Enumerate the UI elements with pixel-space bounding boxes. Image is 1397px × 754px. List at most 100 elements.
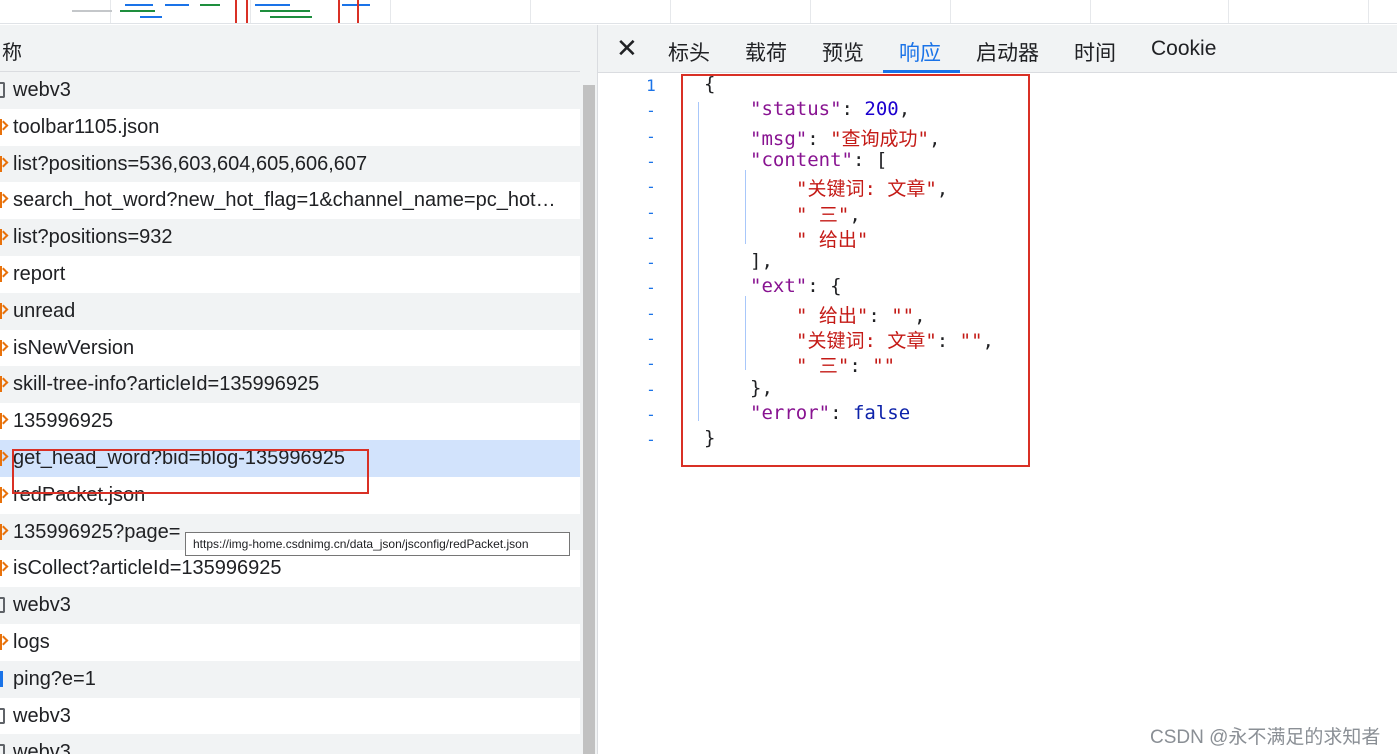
json-token: , xyxy=(982,330,994,352)
xhr-icon xyxy=(0,413,6,430)
json-line: - " 给出" xyxy=(598,225,1397,251)
tab-headers[interactable]: 标头 xyxy=(668,37,710,67)
json-token: , xyxy=(898,98,911,121)
json-token: : xyxy=(936,330,960,352)
json-line: - "msg": "查询成功", xyxy=(598,124,1397,150)
json-token: "查询成功" xyxy=(830,127,929,150)
request-name: get_head_word?bid=blog-135996925 xyxy=(13,446,345,469)
tab-payload[interactable]: 载荷 xyxy=(745,37,787,67)
request-row[interactable]: ping?e=1 xyxy=(0,660,580,698)
close-details-button[interactable]: ✕ xyxy=(616,33,638,64)
request-row[interactable]: unread xyxy=(0,292,580,330)
timeline-marker-red xyxy=(246,0,248,23)
json-token: "status" xyxy=(750,98,842,121)
json-token: "关键词: 文章" xyxy=(796,330,937,352)
timeline-divider xyxy=(950,0,951,23)
tab-timing[interactable]: 时间 xyxy=(1074,37,1116,67)
document-icon xyxy=(0,707,5,724)
json-token: 200 xyxy=(864,98,899,121)
timeline-divider xyxy=(1090,0,1091,23)
json-token: , xyxy=(936,178,949,201)
scrollbar-thumb[interactable] xyxy=(583,85,595,754)
tab-preview[interactable]: 预览 xyxy=(822,37,864,67)
response-json-viewer[interactable]: 1{- "status": 200, - "msg": "查询成功", - "conten… xyxy=(598,73,1397,754)
request-row[interactable]: redPacket.json xyxy=(0,476,580,514)
timeline-marker-red xyxy=(357,0,359,23)
json-line: - " 给出": "", xyxy=(598,301,1397,327)
json-token: ], xyxy=(750,250,773,273)
xhr-icon xyxy=(0,523,6,540)
request-name: search_hot_word?new_hot_flag=1&channel_n… xyxy=(13,189,556,212)
json-line: - "ext": { xyxy=(598,275,1397,300)
json-line: 1{ xyxy=(598,73,1397,98)
request-row[interactable]: list?positions=932 xyxy=(0,219,580,256)
timeline-bar xyxy=(342,4,370,6)
json-token: "msg" xyxy=(750,127,808,150)
line-number: - xyxy=(646,177,656,197)
line-number: - xyxy=(646,151,656,171)
json-line: - " 三": "" xyxy=(598,351,1397,378)
json-token: "ext" xyxy=(750,275,808,298)
timeline-bar xyxy=(255,4,290,6)
timeline-bar xyxy=(260,10,310,12)
request-name: logs xyxy=(13,630,50,653)
timeline-divider xyxy=(810,0,811,23)
request-row[interactable]: logs xyxy=(0,623,580,661)
request-row[interactable]: isNewVersion xyxy=(0,329,580,367)
line-number: - xyxy=(646,329,656,348)
request-row[interactable]: skill-tree-info?articleId=135996925 xyxy=(0,366,580,404)
xhr-icon xyxy=(0,302,6,319)
csdn-watermark: CSDN @永不满足的求知者 xyxy=(1150,727,1381,748)
xhr-icon xyxy=(0,486,6,503)
request-list-header[interactable]: 称 ▲ xyxy=(0,25,597,72)
json-token: : xyxy=(830,401,853,424)
tab-response[interactable]: 响应 xyxy=(899,37,941,67)
request-name: webv3 xyxy=(13,594,71,617)
request-name: report xyxy=(13,262,66,285)
ping-icon xyxy=(0,670,6,687)
line-number: - xyxy=(646,303,656,323)
xhr-icon xyxy=(0,633,6,650)
line-number: - xyxy=(646,202,656,222)
network-timeline-overview[interactable] xyxy=(0,0,1397,24)
timeline-bar xyxy=(72,10,112,12)
request-row[interactable]: search_hot_word?new_hot_flag=1&channel_n… xyxy=(0,182,580,220)
timeline-divider xyxy=(250,0,251,23)
xhr-icon xyxy=(0,155,6,172)
json-token: : [ xyxy=(852,148,888,171)
line-number: - xyxy=(646,101,656,121)
xhr-icon xyxy=(0,118,6,135)
url-tooltip: https://img-home.csdnimg.cn/data_json/js… xyxy=(185,532,570,556)
json-token: "" xyxy=(872,355,896,378)
timeline-divider xyxy=(670,0,671,23)
tab-cookies[interactable]: Cookie xyxy=(1151,37,1216,61)
json-line: - "error": false xyxy=(598,402,1397,427)
tab-initiator[interactable]: 启动器 xyxy=(976,37,1039,67)
json-line: - "关键词: 文章", xyxy=(598,174,1397,201)
timeline-divider xyxy=(110,0,111,23)
json-line: - "status": 200, xyxy=(598,98,1397,123)
timeline-divider xyxy=(1368,0,1369,23)
json-token: "关键词: 文章" xyxy=(796,178,937,201)
json-token: "error" xyxy=(750,401,831,424)
request-row[interactable]: report xyxy=(0,255,580,293)
line-number: - xyxy=(646,278,656,298)
request-row[interactable]: list?positions=536,603,604,605,606,607 xyxy=(0,145,580,183)
request-row[interactable]: get_head_word?bid=blog-135996925 xyxy=(0,439,580,477)
request-row[interactable]: webv3 xyxy=(0,734,580,754)
json-token: " 给出" xyxy=(796,304,869,327)
document-icon xyxy=(0,744,5,754)
response-details-panel: ✕ 标头 载荷 预览 响应 启动器 时间 Cookie 1{ - "status":… xyxy=(597,25,1397,754)
json-token: " 给出" xyxy=(796,228,869,251)
request-row[interactable]: webv3 xyxy=(0,587,580,624)
name-column-header[interactable]: 称 xyxy=(2,36,22,65)
json-token: : xyxy=(807,127,831,150)
request-row[interactable]: toolbar1105.json xyxy=(0,108,580,146)
request-row[interactable]: webv3 xyxy=(0,697,580,735)
request-row[interactable]: 135996925 xyxy=(0,403,580,440)
xhr-icon xyxy=(0,376,6,393)
line-number: - xyxy=(646,354,656,374)
details-tab-bar: ✕ 标头 载荷 预览 响应 启动器 时间 Cookie xyxy=(598,25,1397,73)
request-row[interactable]: webv3 xyxy=(0,72,580,109)
timeline-divider xyxy=(390,0,391,23)
